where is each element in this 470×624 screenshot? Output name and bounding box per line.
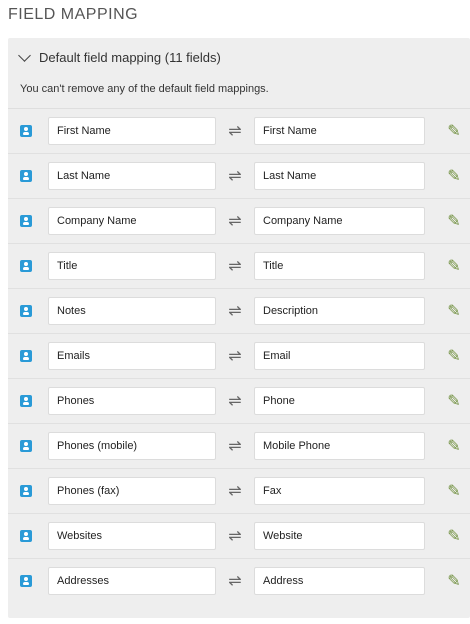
mapping-row: Phones ⇌ Phone ✎ xyxy=(8,378,470,423)
mapping-settings-icon[interactable]: ✎ xyxy=(444,569,464,593)
mapping-row: Emails ⇌ Email ✎ xyxy=(8,333,470,378)
contact-card-icon xyxy=(20,530,32,542)
mapping-settings-icon[interactable]: ✎ xyxy=(444,209,464,233)
swap-arrows-icon: ⇌ xyxy=(228,258,242,275)
swap-arrows-icon: ⇌ xyxy=(228,528,242,545)
target-field[interactable]: Fax xyxy=(254,477,425,505)
swap-arrows-icon: ⇌ xyxy=(228,123,242,140)
source-field[interactable]: Emails xyxy=(48,342,216,370)
target-field[interactable]: Phone xyxy=(254,387,425,415)
swap-arrows-icon: ⇌ xyxy=(228,573,242,590)
contact-card-icon xyxy=(20,350,32,362)
chevron-down-icon xyxy=(18,48,31,62)
contact-card-icon xyxy=(20,395,32,407)
mapping-settings-icon[interactable]: ✎ xyxy=(444,299,464,323)
target-field[interactable]: Company Name xyxy=(254,207,425,235)
swap-arrows-icon: ⇌ xyxy=(228,213,242,230)
swap-arrows-icon: ⇌ xyxy=(228,168,242,185)
target-field[interactable]: First Name xyxy=(254,117,425,145)
contact-card-icon xyxy=(20,125,32,137)
contact-card-icon xyxy=(20,440,32,452)
mapping-row: Websites ⇌ Website ✎ xyxy=(8,513,470,558)
mapping-row: Addresses ⇌ Address ✎ xyxy=(8,558,470,603)
default-mapping-panel: Default field mapping (11 fields) You ca… xyxy=(8,38,470,618)
section-toggle[interactable]: Default field mapping (11 fields) xyxy=(18,48,221,65)
source-field[interactable]: Phones xyxy=(48,387,216,415)
source-field[interactable]: Phones (mobile) xyxy=(48,432,216,460)
section-label: Default field mapping (11 fields) xyxy=(39,50,221,65)
source-field[interactable]: Websites xyxy=(48,522,216,550)
mapping-settings-icon[interactable]: ✎ xyxy=(444,524,464,548)
swap-arrows-icon: ⇌ xyxy=(228,348,242,365)
mapping-row: Company Name ⇌ Company Name ✎ xyxy=(8,198,470,243)
default-mapping-note: You can't remove any of the default fiel… xyxy=(20,83,269,95)
source-field[interactable]: Addresses xyxy=(48,567,216,595)
mapping-settings-icon[interactable]: ✎ xyxy=(444,434,464,458)
page-title: FIELD MAPPING xyxy=(8,6,139,23)
source-field[interactable]: Last Name xyxy=(48,162,216,190)
source-field[interactable]: Phones (fax) xyxy=(48,477,216,505)
contact-card-icon xyxy=(20,170,32,182)
swap-arrows-icon: ⇌ xyxy=(228,483,242,500)
mapping-settings-icon[interactable]: ✎ xyxy=(444,389,464,413)
source-field[interactable]: Company Name xyxy=(48,207,216,235)
target-field[interactable]: Website xyxy=(254,522,425,550)
mapping-settings-icon[interactable]: ✎ xyxy=(444,254,464,278)
contact-card-icon xyxy=(20,305,32,317)
source-field[interactable]: Title xyxy=(48,252,216,280)
mapping-rows: First Name ⇌ First Name ✎ Last Name ⇌ La… xyxy=(8,108,470,603)
swap-arrows-icon: ⇌ xyxy=(228,438,242,455)
target-field[interactable]: Mobile Phone xyxy=(254,432,425,460)
mapping-settings-icon[interactable]: ✎ xyxy=(444,479,464,503)
mapping-row: Title ⇌ Title ✎ xyxy=(8,243,470,288)
mapping-settings-icon[interactable]: ✎ xyxy=(444,344,464,368)
mapping-settings-icon[interactable]: ✎ xyxy=(444,119,464,143)
mapping-row: First Name ⇌ First Name ✎ xyxy=(8,108,470,153)
source-field[interactable]: First Name xyxy=(48,117,216,145)
target-field[interactable]: Description xyxy=(254,297,425,325)
mapping-row: Last Name ⇌ Last Name ✎ xyxy=(8,153,470,198)
contact-card-icon xyxy=(20,485,32,497)
source-field[interactable]: Notes xyxy=(48,297,216,325)
target-field[interactable]: Last Name xyxy=(254,162,425,190)
swap-arrows-icon: ⇌ xyxy=(228,303,242,320)
target-field[interactable]: Title xyxy=(254,252,425,280)
contact-card-icon xyxy=(20,575,32,587)
field-mapping-page: FIELD MAPPING Default field mapping (11 … xyxy=(0,0,470,624)
mapping-settings-icon[interactable]: ✎ xyxy=(444,164,464,188)
swap-arrows-icon: ⇌ xyxy=(228,393,242,410)
target-field[interactable]: Address xyxy=(254,567,425,595)
mapping-row: Phones (mobile) ⇌ Mobile Phone ✎ xyxy=(8,423,470,468)
mapping-row: Notes ⇌ Description ✎ xyxy=(8,288,470,333)
contact-card-icon xyxy=(20,260,32,272)
target-field[interactable]: Email xyxy=(254,342,425,370)
mapping-row: Phones (fax) ⇌ Fax ✎ xyxy=(8,468,470,513)
contact-card-icon xyxy=(20,215,32,227)
